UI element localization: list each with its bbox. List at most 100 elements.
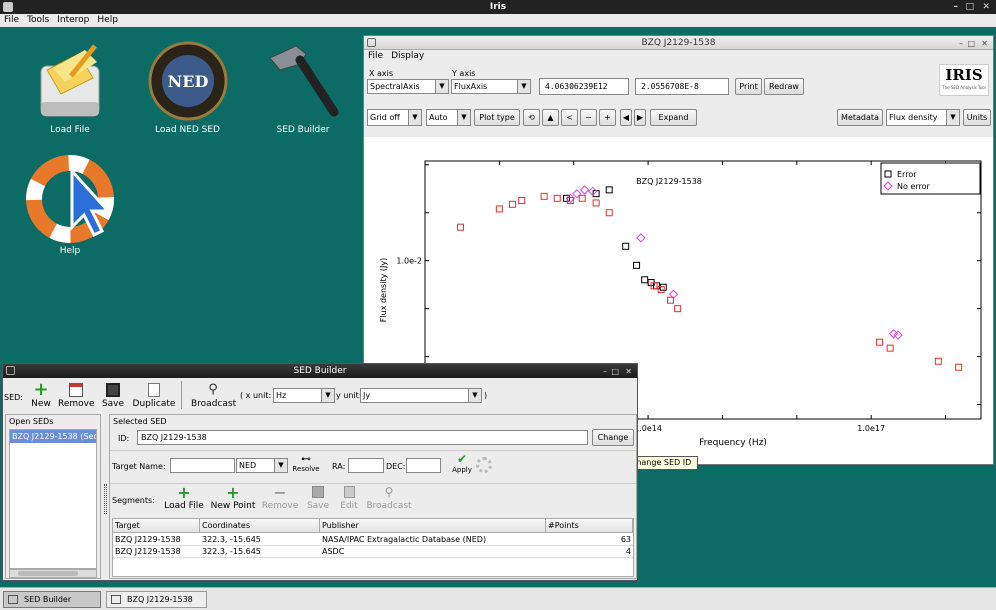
open-seds-list[interactable]: BZQ J2129-1538 (Sed xyxy=(9,429,97,569)
load-file-button[interactable]: + Load File xyxy=(164,485,204,512)
ra-label: RA: xyxy=(332,462,346,471)
apply-button[interactable]: ✔ Apply xyxy=(448,453,476,475)
taskbar-item-viewer[interactable]: BZQ J2129-1538 xyxy=(106,591,207,608)
button-label: Save xyxy=(306,501,330,511)
change-button[interactable]: Change xyxy=(592,429,634,446)
zoom-out-icon[interactable]: − xyxy=(580,109,597,126)
remove-segment-button[interactable]: − Remove xyxy=(260,485,300,512)
x-axis-select[interactable]: SpectralAxis ▼ xyxy=(367,79,449,94)
new-point-button[interactable]: + New Point xyxy=(210,483,256,512)
menu-interop[interactable]: Interop xyxy=(57,15,89,25)
scrollbar-thumb[interactable] xyxy=(18,571,78,576)
resolve-button[interactable]: ⊷ Resolve xyxy=(290,454,322,473)
new-button[interactable]: + New xyxy=(27,381,55,410)
menu-file[interactable]: File xyxy=(4,15,19,25)
save-segment-button[interactable]: Save xyxy=(303,485,333,511)
y-coordinate-field[interactable]: 2.0556708E-8 xyxy=(635,78,729,95)
cell-coordinates: 322.3, -15.645 xyxy=(202,535,261,544)
window-menu-icon[interactable] xyxy=(367,38,376,47)
ra-field[interactable] xyxy=(348,458,384,473)
viewer-title-bar: BZQ J2129-1538 – □ ✕ xyxy=(364,36,993,50)
prev-icon[interactable]: ◀ xyxy=(620,109,632,126)
cell-points: 63 xyxy=(620,535,631,544)
maximize-icon[interactable]: □ xyxy=(967,37,975,51)
broadcast-segment-button[interactable]: ⚲ Broadcast xyxy=(366,485,412,511)
folder-drive-icon xyxy=(40,44,100,117)
app-menubar: File Tools Interop Help xyxy=(0,14,996,27)
table-row[interactable]: BZQ J2129-1538 322.3, -15.645 ASDC 4 xyxy=(113,546,633,558)
dec-field[interactable] xyxy=(406,458,441,473)
spinner-icon xyxy=(476,457,492,473)
unit-close-paren: ) xyxy=(484,391,488,400)
button-label: Save xyxy=(101,399,125,409)
split-handle[interactable] xyxy=(104,484,107,514)
close-icon[interactable]: ✕ xyxy=(625,365,632,379)
redraw-button[interactable]: Redraw xyxy=(764,78,804,95)
next-icon[interactable]: ▶ xyxy=(634,109,646,126)
y-axis-title: Flux density (Jy) xyxy=(379,258,388,322)
app-title-bar: Iris – □ ✕ xyxy=(0,0,996,14)
remove-button[interactable]: Remove xyxy=(58,381,95,409)
column-header[interactable]: Coordinates xyxy=(200,519,320,533)
maximize-icon[interactable]: □ xyxy=(965,0,974,14)
print-button[interactable]: Print xyxy=(735,78,762,95)
column-header[interactable]: Publisher xyxy=(320,519,546,533)
desktop-load-file[interactable]: Load File xyxy=(30,40,110,135)
units-button[interactable]: Units xyxy=(963,109,991,126)
iris-logo: IRIS The SED Analysis Tool xyxy=(939,64,989,96)
grid-select[interactable]: Grid off ▼ xyxy=(367,109,422,126)
broadcast-button[interactable]: ⚲ Broadcast xyxy=(191,381,237,409)
button-label: Resolve xyxy=(292,465,320,473)
taskbar-item-sed-builder[interactable]: SED Builder xyxy=(3,591,101,608)
close-icon[interactable]: ✕ xyxy=(982,0,990,14)
table-row[interactable]: BZQ J2129-1538 322.3, -15.645 NASA/IPAC … xyxy=(113,534,633,546)
menu-help[interactable]: Help xyxy=(97,15,118,25)
menu-tools[interactable]: Tools xyxy=(27,15,49,25)
viewer-menu-display[interactable]: Display xyxy=(391,51,424,61)
open-sed-item[interactable]: BZQ J2129-1538 (Sed xyxy=(10,430,96,443)
minimize-icon[interactable]: – xyxy=(959,37,963,51)
button-label: Broadcast xyxy=(366,501,412,511)
x-unit-select[interactable]: Hz ▼ xyxy=(273,388,335,403)
column-header[interactable]: Target xyxy=(113,519,200,533)
desktop-sed-builder[interactable]: SED Builder xyxy=(262,40,344,135)
desktop-help[interactable]: Help xyxy=(25,155,115,256)
resolver-select[interactable]: NED ▼ xyxy=(236,458,288,473)
edit-segment-button[interactable]: Edit xyxy=(335,485,363,511)
save-button[interactable]: Save xyxy=(99,381,127,409)
zoom-reset-icon[interactable]: ⟲ xyxy=(523,109,540,126)
y-axis-select[interactable]: FluxAxis ▼ xyxy=(451,79,531,94)
pan-left-icon[interactable]: < xyxy=(561,109,578,126)
sed-builder-window: SED Builder – □ ✕ SED: + New Remove Save … xyxy=(2,363,638,581)
horizontal-scrollbar[interactable] xyxy=(9,569,97,578)
viewer-menu-file[interactable]: File xyxy=(368,51,383,61)
column-header[interactable]: #Points xyxy=(546,519,633,533)
floppy-icon xyxy=(312,486,324,498)
zoom-in-icon[interactable]: + xyxy=(599,109,616,126)
scale-select[interactable]: Auto ▼ xyxy=(426,109,471,126)
minimize-icon[interactable]: – xyxy=(603,365,607,379)
sed-id-field[interactable]: BZQ J2129-1538 xyxy=(137,430,588,445)
x-axis-title: Frequency (Hz) xyxy=(699,438,767,448)
minimize-icon[interactable]: – xyxy=(954,0,959,14)
y-axis-label: Y axis xyxy=(452,69,476,78)
expand-button[interactable]: Expand xyxy=(650,109,697,126)
y-unit-select[interactable]: Jy ▼ xyxy=(360,388,482,403)
maximize-icon[interactable]: □ xyxy=(611,365,619,379)
plus-icon: + xyxy=(226,483,240,502)
x-coordinate-field[interactable]: 4.06306239E12 xyxy=(539,78,629,95)
flux-mode-select[interactable]: Flux density ▼ xyxy=(886,109,960,126)
window-menu-icon[interactable] xyxy=(6,366,15,375)
target-name-field[interactable] xyxy=(170,458,235,473)
button-label: Broadcast xyxy=(191,399,237,409)
desktop-label: Load NED SED xyxy=(155,125,220,135)
app-menu-icon[interactable] xyxy=(3,2,13,12)
close-icon[interactable]: ✕ xyxy=(981,37,988,51)
desktop-load-ned[interactable]: NED Load NED SED xyxy=(145,40,230,135)
plot-type-button[interactable]: Plot type xyxy=(474,109,520,126)
chevron-down-icon: ▼ xyxy=(435,80,448,93)
pan-up-icon[interactable]: ▲ xyxy=(542,109,559,126)
metadata-button[interactable]: Metadata xyxy=(837,109,883,126)
open-seds-label: Open SEDs xyxy=(9,417,54,426)
duplicate-button[interactable]: Duplicate xyxy=(132,381,176,409)
